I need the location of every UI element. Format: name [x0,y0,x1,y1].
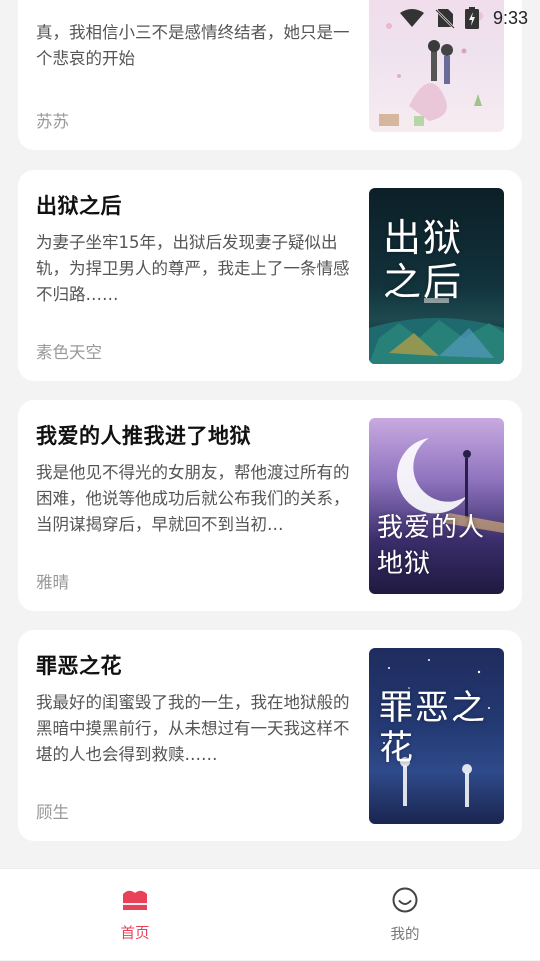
book-author: 苏苏 [36,112,69,131]
clock-time: 9:33 [492,7,528,28]
no-sim-icon [435,7,455,29]
wifi-icon [399,8,425,28]
tab-home[interactable]: 首页 [0,869,270,961]
cover-title: 我爱的人 地狱 [377,513,486,579]
battery-charging-icon [464,7,479,29]
book-author: 顾生 [36,803,69,822]
book-description: 为妻子坐牢15年，出狱后发现妻子疑似出轨，为捍卫男人的尊严，我走上了一条情感不归… [36,233,350,304]
tab-mine-label: 我的 [390,926,420,943]
book-author: 雅晴 [36,573,69,592]
book-description: 我最好的闺蜜毁了我的一生，我在地狱般的黑暗中摸黑前行，从未想过有一天我这样不堪的… [36,693,350,764]
book-author: 素色天空 [36,343,102,362]
book-description: 我是他见不得光的女朋友，帮他渡过所有的困难，他说等他成功后就公布我们的关系，当阴… [36,463,350,534]
book-title: 出狱之后 [36,194,122,218]
cover-title: 罪恶之花 [379,688,487,768]
smiley-icon [392,887,418,917]
bottom-tab-bar: 首页 我的 [0,868,540,960]
status-bar: 9:33 [0,0,540,36]
book-title: 我爱的人推我进了地狱 [36,424,251,448]
book-feed[interactable]: 真，我相信小三不是感情终结者，她只是一个悲哀的开始 苏苏 出狱之后 为妻子坐牢1… [0,0,540,868]
book-card[interactable]: 出狱之后 为妻子坐牢15年，出狱后发现妻子疑似出轨，为捍卫男人的尊严，我走上了一… [18,170,522,381]
book-cover[interactable]: 我爱的人 地狱 [369,418,504,594]
book-card[interactable]: 罪恶之花 我最好的闺蜜毁了我的一生，我在地狱般的黑暗中摸黑前行，从未想过有一天我… [18,630,522,841]
book-cover[interactable]: 出狱之后 [369,188,504,364]
tab-mine[interactable]: 我的 [270,869,540,961]
book-cover[interactable]: 罪恶之花 [369,648,504,824]
book-title: 罪恶之花 [36,654,122,678]
book-card[interactable]: 我爱的人推我进了地狱 我是他见不得光的女朋友，帮他渡过所有的困难，他说等他成功后… [18,400,522,611]
book-icon [122,888,148,916]
tab-home-label: 首页 [120,925,150,942]
cover-title: 出狱之后 [383,216,464,304]
